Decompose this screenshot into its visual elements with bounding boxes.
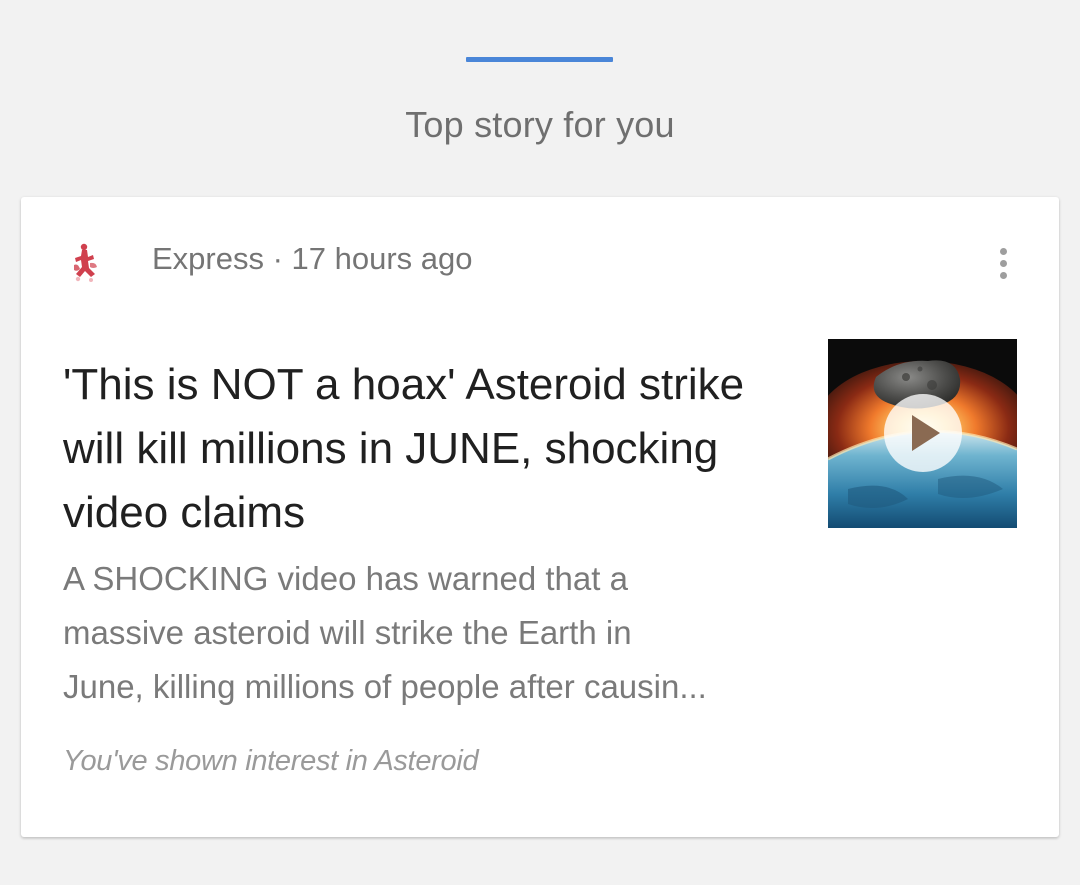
interest-reason: You've shown interest in Asteroid	[63, 745, 479, 777]
snippet-line: massive asteroid will strike the Earth i…	[63, 614, 632, 651]
more-options-icon[interactable]	[983, 241, 1023, 285]
snippet-line: June, killing millions of people after c…	[63, 668, 707, 705]
published-time: 17 hours ago	[291, 241, 473, 276]
source-attribution: Express · 17 hours ago	[152, 241, 473, 277]
news-card[interactable]: Express · 17 hours ago 'This is NOT a ho…	[21, 197, 1059, 837]
source-separator: ·	[263, 241, 292, 276]
express-logo-icon	[69, 241, 103, 283]
section-accent-bar	[466, 57, 613, 62]
story-snippet: A SHOCKING video has warned that a massi…	[63, 552, 803, 714]
snippet-line: A SHOCKING video has warned that a	[63, 560, 628, 597]
source-name: Express	[152, 241, 264, 276]
section-title: Top story for you	[405, 104, 675, 145]
video-thumbnail[interactable]	[828, 339, 1017, 528]
story-headline[interactable]: 'This is NOT a hoax' Asteroid strike wil…	[63, 353, 803, 545]
